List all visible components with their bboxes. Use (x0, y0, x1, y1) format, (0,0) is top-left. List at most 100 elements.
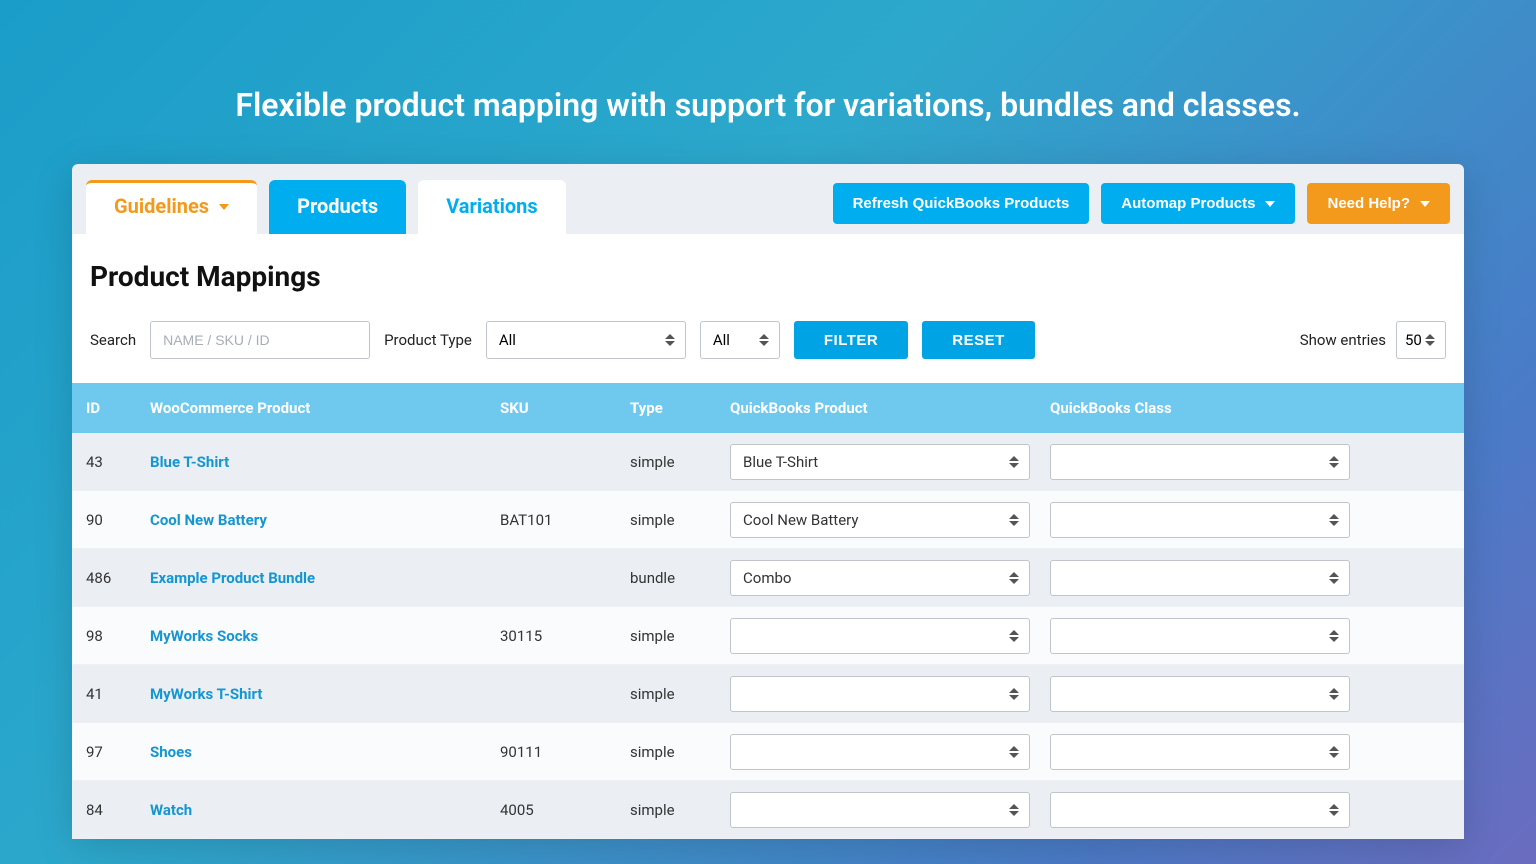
cell-qb-product: Combo (722, 560, 1042, 596)
cell-product: Watch (142, 801, 492, 819)
cell-qb-class (1042, 618, 1362, 654)
search-input[interactable] (150, 321, 370, 359)
filter-button[interactable]: FILTER (794, 321, 908, 359)
automap-products-button[interactable]: Automap Products (1101, 183, 1295, 224)
cell-product: Example Product Bundle (142, 569, 492, 587)
cell-qb-class (1042, 734, 1362, 770)
qb-product-select[interactable] (730, 734, 1030, 770)
tab-variations[interactable]: Variations (418, 180, 565, 234)
table-row: 43Blue T-ShirtsimpleBlue T-Shirt (72, 433, 1464, 491)
secondary-filter-value: All (713, 331, 730, 349)
cell-qb-product (722, 676, 1042, 712)
qb-class-select[interactable] (1050, 734, 1350, 770)
content-area: Product Mappings Search Product Type All… (72, 234, 1464, 383)
col-sku: SKU (492, 399, 622, 417)
cell-id: 41 (72, 685, 142, 703)
cell-id: 486 (72, 569, 142, 587)
sort-icon (665, 334, 675, 346)
sort-icon (1009, 804, 1019, 816)
refresh-quickbooks-button[interactable]: Refresh QuickBooks Products (833, 183, 1090, 224)
cell-sku: BAT101 (492, 511, 622, 529)
cell-product: MyWorks T-Shirt (142, 685, 492, 703)
qb-product-value: Blue T-Shirt (743, 453, 818, 471)
cell-qb-class (1042, 444, 1362, 480)
hero-heading: Flexible product mapping with support fo… (0, 0, 1536, 164)
automap-button-label: Automap Products (1121, 195, 1255, 212)
qb-class-select[interactable] (1050, 792, 1350, 828)
app-panel: Guidelines Products Variations Refresh Q… (72, 164, 1464, 839)
entries-control: Show entries 50 (1300, 321, 1446, 359)
sort-icon (1425, 334, 1435, 346)
secondary-filter-select[interactable]: All (700, 321, 780, 359)
cell-type: simple (622, 801, 722, 819)
cell-qb-class (1042, 792, 1362, 828)
cell-product: Blue T-Shirt (142, 453, 492, 471)
tab-guidelines[interactable]: Guidelines (86, 180, 257, 234)
qb-product-select[interactable]: Cool New Battery (730, 502, 1030, 538)
product-link[interactable]: Blue T-Shirt (150, 453, 229, 471)
cell-qb-class (1042, 676, 1362, 712)
col-id: ID (72, 399, 142, 417)
chevron-down-icon (1420, 201, 1430, 207)
product-link[interactable]: Watch (150, 801, 192, 819)
qb-class-select[interactable] (1050, 502, 1350, 538)
qb-class-select[interactable] (1050, 560, 1350, 596)
table-row: 97Shoes90111simple (72, 723, 1464, 781)
need-help-button[interactable]: Need Help? (1307, 183, 1450, 224)
sort-icon (1329, 630, 1339, 642)
chevron-down-icon (219, 204, 229, 210)
sort-icon (1329, 746, 1339, 758)
qb-product-select[interactable] (730, 618, 1030, 654)
product-type-select[interactable]: All (486, 321, 686, 359)
qb-product-select[interactable] (730, 792, 1030, 828)
qb-product-select[interactable] (730, 676, 1030, 712)
cell-product: Shoes (142, 743, 492, 761)
cell-type: simple (622, 685, 722, 703)
cell-sku: 90111 (492, 743, 622, 761)
cell-qb-product (722, 792, 1042, 828)
cell-product: MyWorks Socks (142, 627, 492, 645)
table-row: 90Cool New BatteryBAT101simpleCool New B… (72, 491, 1464, 549)
sort-icon (1329, 572, 1339, 584)
cell-type: bundle (622, 569, 722, 587)
cell-type: simple (622, 743, 722, 761)
entries-select[interactable]: 50 (1396, 321, 1446, 359)
cell-qb-class (1042, 560, 1362, 596)
sort-icon (1009, 456, 1019, 468)
reset-button[interactable]: RESET (922, 321, 1035, 359)
product-link[interactable]: Shoes (150, 743, 192, 761)
product-link[interactable]: MyWorks T-Shirt (150, 685, 262, 703)
cell-qb-product: Cool New Battery (722, 502, 1042, 538)
sort-icon (1009, 630, 1019, 642)
cell-qb-class (1042, 502, 1362, 538)
table-row: 84Watch4005simple (72, 781, 1464, 839)
tab-products[interactable]: Products (269, 180, 406, 234)
qb-class-select[interactable] (1050, 676, 1350, 712)
col-wc-product: WooCommerce Product (142, 399, 492, 417)
qb-class-select[interactable] (1050, 444, 1350, 480)
product-link[interactable]: Cool New Battery (150, 511, 267, 529)
chevron-down-icon (1265, 201, 1275, 207)
cell-sku: 4005 (492, 801, 622, 819)
product-link[interactable]: Example Product Bundle (150, 569, 315, 587)
tab-guidelines-label: Guidelines (114, 194, 209, 218)
search-label: Search (90, 331, 136, 349)
tab-products-label: Products (297, 194, 378, 218)
col-qb-class: QuickBooks Class (1042, 399, 1362, 417)
cell-type: simple (622, 453, 722, 471)
qb-class-select[interactable] (1050, 618, 1350, 654)
qb-product-select[interactable]: Blue T-Shirt (730, 444, 1030, 480)
table-row: 486 Example Product Bundle bundle Combo (72, 549, 1464, 607)
cell-type: simple (622, 511, 722, 529)
table-row: 98MyWorks Socks30115simple (72, 607, 1464, 665)
cell-sku: 30115 (492, 627, 622, 645)
qb-product-select[interactable]: Combo (730, 560, 1030, 596)
cell-type: simple (622, 627, 722, 645)
sort-icon (1329, 456, 1339, 468)
qb-product-value: Cool New Battery (743, 511, 858, 529)
help-button-label: Need Help? (1327, 195, 1410, 212)
product-link[interactable]: MyWorks Socks (150, 627, 258, 645)
sort-icon (1009, 746, 1019, 758)
topbar: Guidelines Products Variations Refresh Q… (72, 164, 1464, 234)
refresh-button-label: Refresh QuickBooks Products (853, 195, 1070, 212)
